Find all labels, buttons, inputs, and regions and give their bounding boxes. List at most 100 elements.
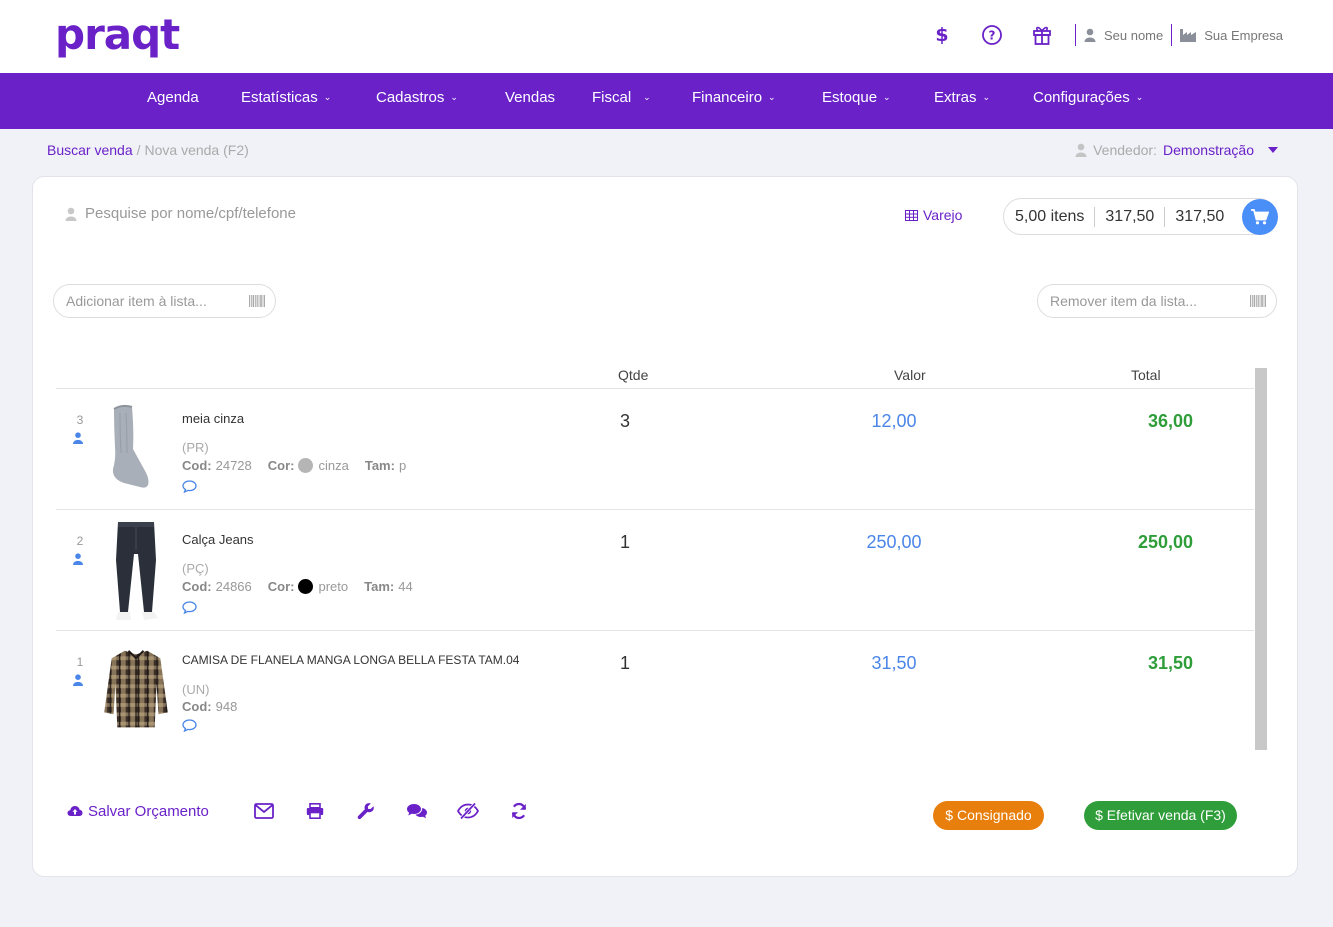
items-table-header: Qtde Valor Total (56, 367, 1254, 389)
row-index: 3 (76, 413, 84, 427)
email-icon[interactable] (239, 803, 290, 819)
user-icon[interactable] (73, 674, 83, 686)
remove-item-input[interactable]: Remover item da lista... (1037, 284, 1277, 318)
seller-label: Vendedor: (1093, 142, 1157, 158)
color-swatch (298, 579, 314, 594)
item-value[interactable]: 250,00 (826, 532, 962, 553)
user-name: Seu nome (1103, 27, 1164, 43)
col-header-total: Total (1131, 367, 1161, 383)
product-size: p (398, 458, 407, 473)
customer-search[interactable]: Pesquise por nome/cpf/telefone (65, 205, 296, 222)
cart-button[interactable] (1242, 199, 1278, 235)
jeans-image (116, 522, 158, 620)
add-item-placeholder: Adicionar item à lista... (66, 293, 207, 309)
table-row[interactable]: 2 Calça Jeans (PÇ) Cod: 24866 Cor: preto T… (56, 510, 1254, 631)
item-qty[interactable]: 1 (620, 653, 630, 674)
dollar-icon[interactable]: $ (917, 24, 967, 46)
company-menu[interactable]: Sua Empresa (1180, 28, 1283, 43)
product-unit: (PÇ) (182, 561, 209, 576)
main-nav: Agenda Estatísticas ⌄ Cadastros ⌄ Vendas F… (0, 73, 1333, 129)
remove-item-placeholder: Remover item da lista... (1050, 293, 1198, 309)
total-items: 5,00 itens (1004, 206, 1096, 227)
chevron-down-icon: ⌄ (982, 92, 991, 102)
table-row[interactable]: 1 CAMISA DE FLANELA MANGA LONGA BELLA FE… (56, 631, 1254, 752)
item-total: 31,50 (1147, 653, 1193, 673)
user-icon (1084, 28, 1096, 42)
seller-selector[interactable]: Vendedor: Demonstração (1075, 142, 1278, 158)
wrench-icon[interactable] (341, 802, 392, 820)
item-qty[interactable]: 1 (620, 532, 630, 553)
price-table-selector[interactable]: Varejo (905, 207, 962, 223)
customer-search-input[interactable]: Pesquise por nome/cpf/telefone (85, 205, 296, 222)
nav-extras[interactable]: Extras ⌄ (934, 73, 990, 129)
breadcrumb-link-buscar-venda[interactable]: Buscar venda (47, 142, 133, 158)
row-index: 2 (76, 534, 84, 548)
product-unit: (PR) (182, 440, 209, 455)
brand-logo[interactable]: praqt (55, 10, 180, 60)
comment-icon[interactable] (182, 601, 197, 614)
table-scrollbar[interactable] (1255, 368, 1267, 750)
comment-icon[interactable] (182, 719, 197, 732)
product-unit: (UN) (182, 682, 210, 697)
svg-text:$: $ (935, 24, 948, 46)
chevron-down-icon: ⌄ (768, 92, 776, 102)
col-header-value: Valor (894, 367, 926, 383)
eye-slash-icon[interactable] (443, 803, 494, 819)
price-table-label: Varejo (923, 207, 963, 223)
factory-icon (1180, 29, 1197, 42)
color-label: Cor: (267, 458, 295, 473)
breadcrumb-separator: / (136, 142, 141, 158)
svg-text:?: ? (988, 29, 995, 43)
header-toolbar: $ ? Seu nome Sua Empresa (917, 20, 1283, 50)
cart-icon (1251, 209, 1269, 225)
item-qty[interactable]: 3 (620, 411, 630, 432)
item-value[interactable]: 31,50 (826, 653, 962, 674)
product-code: 948 (215, 699, 238, 714)
action-bar: Salvar Orçamento (67, 797, 545, 825)
user-icon[interactable] (73, 553, 83, 565)
nav-fiscal[interactable]: Fiscal ⌄ (592, 73, 651, 129)
header-divider (1171, 24, 1173, 46)
product-name: Calça Jeans (182, 532, 254, 547)
product-color: preto (318, 579, 349, 594)
breadcrumb-current: Nova venda (F2) (144, 142, 249, 158)
nav-financeiro[interactable]: Financeiro ⌄ (692, 73, 776, 129)
sock-image (112, 404, 149, 488)
comment-icon[interactable] (182, 480, 197, 493)
efetivar-venda-button[interactable]: $ Efetivar venda (F3) (1084, 801, 1237, 830)
barcode-icon[interactable] (1250, 295, 1266, 307)
item-total: 250,00 (1137, 532, 1193, 552)
col-header-qty: Qtde (618, 367, 649, 383)
user-icon[interactable] (73, 432, 83, 444)
total-value: 317,50 (1175, 207, 1225, 225)
nav-estatisticas[interactable]: Estatísticas ⌄ (241, 73, 331, 129)
company-name: Sua Empresa (1204, 27, 1283, 43)
flannel-shirt-image (104, 650, 168, 728)
user-menu[interactable]: Seu nome (1084, 28, 1163, 43)
barcode-icon[interactable] (249, 295, 265, 307)
nav-estoque[interactable]: Estoque ⌄ (822, 73, 891, 129)
table-row[interactable]: 3 meia cinza (PR) Cod: 24728 Cor: cinza Ta… (56, 389, 1254, 510)
save-budget-button[interactable]: Salvar Orçamento (67, 803, 209, 820)
product-size: 44 (398, 579, 413, 594)
add-item-input[interactable]: Adicionar item à lista... (53, 284, 276, 318)
subtotal-value: 317,50 (1095, 206, 1166, 227)
nav-configuracoes[interactable]: Configurações ⌄ (1033, 73, 1143, 129)
sale-card: Pesquise por nome/cpf/telefone Varejo 5,… (32, 176, 1298, 877)
nav-cadastros[interactable]: Cadastros ⌄ (376, 73, 458, 129)
item-value[interactable]: 12,00 (826, 411, 962, 432)
print-icon[interactable] (290, 803, 341, 819)
refresh-icon[interactable] (494, 802, 545, 820)
item-total: 36,00 (1147, 411, 1193, 431)
color-swatch (298, 458, 314, 473)
comments-icon[interactable] (392, 803, 443, 819)
product-meta: Cod: 24866 Cor: preto Tam: 44 (182, 579, 413, 594)
gift-icon[interactable] (1017, 24, 1067, 46)
consignado-button[interactable]: $ Consignado (933, 801, 1044, 830)
chevron-down-icon: ⌄ (323, 92, 332, 102)
color-label: Cor: (267, 579, 295, 594)
help-icon[interactable]: ? (967, 24, 1017, 46)
product-color: cinza (318, 458, 349, 473)
nav-agenda[interactable]: Agenda (147, 73, 199, 129)
nav-vendas[interactable]: Vendas (505, 73, 555, 129)
